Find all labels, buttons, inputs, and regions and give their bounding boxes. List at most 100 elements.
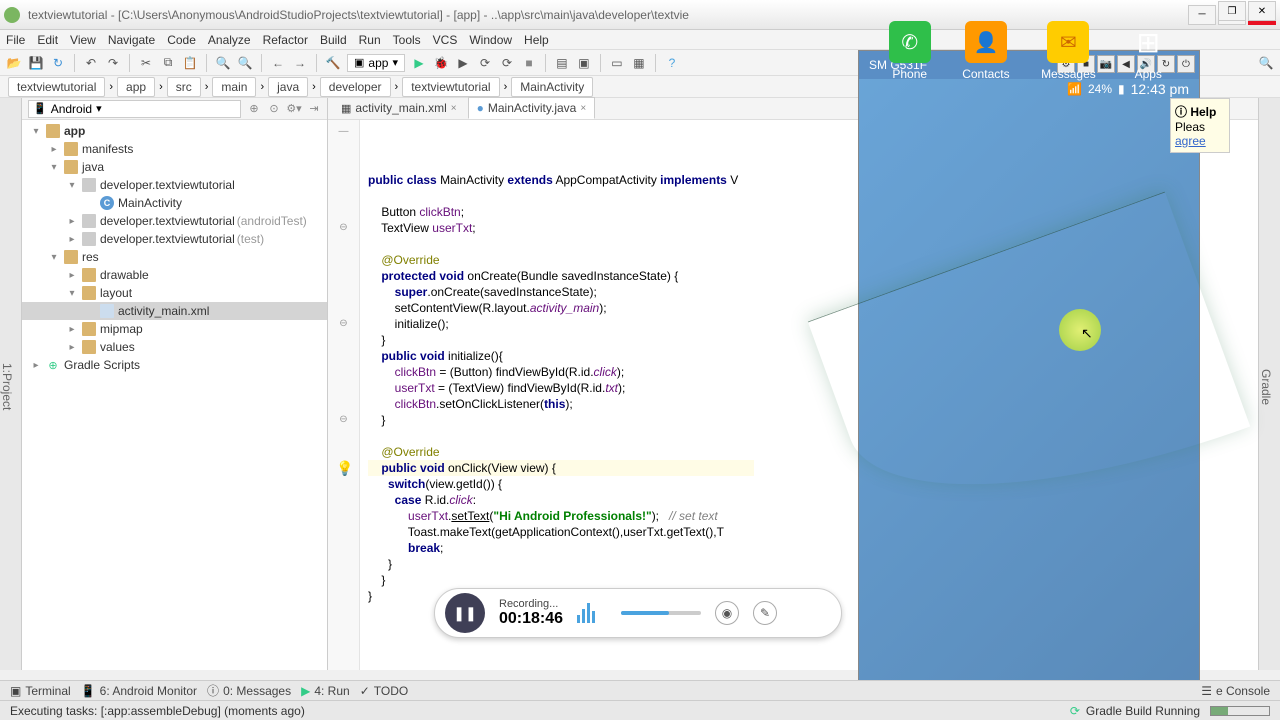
tab-run[interactable]: ▶ 4: Run <box>301 684 350 698</box>
annotate-button[interactable]: ✎ <box>753 601 777 625</box>
replace-icon[interactable]: 🔍 <box>237 55 253 71</box>
breadcrumb-seg[interactable]: textviewtutorial <box>8 77 105 97</box>
breadcrumb-seg[interactable]: MainActivity <box>511 77 593 97</box>
breadcrumb-seg[interactable]: java <box>268 77 308 97</box>
menu-code[interactable]: Code <box>167 33 196 47</box>
code-body[interactable]: public class MainActivity extends AppCom… <box>360 120 746 670</box>
copy-icon[interactable]: ⧉ <box>160 55 176 71</box>
search-everywhere-icon[interactable]: 🔍 <box>1258 55 1274 71</box>
build-icon[interactable]: 🔨 <box>325 55 341 71</box>
tree-class[interactable]: CMainActivity <box>22 194 327 212</box>
progress-bar <box>1210 706 1270 716</box>
breadcrumb-seg[interactable]: main <box>212 77 256 97</box>
dock-messages[interactable]: ✉Messages <box>1041 21 1096 81</box>
project-tree[interactable]: ▾app ▸manifests ▾java ▾developer.textvie… <box>22 120 327 670</box>
tree-gradle[interactable]: ▸⊕Gradle Scripts <box>22 356 327 374</box>
settings-icon[interactable]: ⚙▾ <box>287 102 301 116</box>
tree-app[interactable]: ▾app <box>22 122 327 140</box>
tab-android-monitor[interactable]: 📱 6: Android Monitor <box>81 684 197 698</box>
forward-icon[interactable]: → <box>292 55 308 71</box>
breadcrumb-seg[interactable]: src <box>167 77 201 97</box>
close-tab-icon[interactable]: × <box>580 103 586 114</box>
sync-icon[interactable]: ↻ <box>50 55 66 71</box>
tab-event-console[interactable]: ☰ e Console <box>1201 684 1270 698</box>
host-restore[interactable]: ❐ <box>1218 1 1246 21</box>
help-icon[interactable]: ? <box>664 55 680 71</box>
layout-inspector-icon[interactable]: ▦ <box>631 55 647 71</box>
tree-layout-file[interactable]: activity_main.xml <box>22 302 327 320</box>
menu-file[interactable]: File <box>6 33 25 47</box>
dock-phone[interactable]: ✆Phone <box>889 21 931 81</box>
paste-icon[interactable]: 📋 <box>182 55 198 71</box>
tab-todo[interactable]: ✓ TODO <box>360 684 409 698</box>
status-task: Executing tasks: [:app:assembleDebug] (m… <box>10 704 305 718</box>
menu-vcs[interactable]: VCS <box>433 33 458 47</box>
app-icon <box>4 7 20 23</box>
breadcrumb-seg[interactable]: app <box>117 77 155 97</box>
find-icon[interactable]: 🔍 <box>215 55 231 71</box>
menu-help[interactable]: Help <box>524 33 549 47</box>
menu-view[interactable]: View <box>70 33 96 47</box>
tree-values[interactable]: ▸values <box>22 338 327 356</box>
tab-terminal[interactable]: ▣ Terminal <box>10 684 71 698</box>
tree-res[interactable]: ▾res <box>22 248 327 266</box>
tree-package-androidtest[interactable]: ▸developer.textviewtutorial(androidTest) <box>22 212 327 230</box>
close-tab-icon[interactable]: × <box>451 103 457 114</box>
project-panel: 📱 Android ▾ ⊕ ⊙ ⚙▾ ⇥ ▾app ▸manifests ▾ja… <box>22 98 328 670</box>
collapse-icon[interactable]: ⊕ <box>247 102 261 116</box>
scope-dropdown[interactable]: 📱 Android ▾ <box>28 100 241 118</box>
dock-apps[interactable]: ⊞Apps <box>1127 21 1169 81</box>
avd-icon[interactable]: ▤ <box>554 55 570 71</box>
breadcrumb-seg[interactable]: developer <box>320 77 391 97</box>
audio-level-icon <box>577 603 607 623</box>
tab-layout-xml[interactable]: ▦ activity_main.xml × <box>332 97 466 119</box>
intention-bulb-icon[interactable]: 💡 <box>336 460 353 476</box>
tree-mipmap[interactable]: ▸mipmap <box>22 320 327 338</box>
signal-icon: 📶 <box>1067 82 1082 96</box>
tree-package-test[interactable]: ▸developer.textviewtutorial(test) <box>22 230 327 248</box>
target-icon[interactable]: ⊙ <box>267 102 281 116</box>
save-icon[interactable]: 💾 <box>28 55 44 71</box>
tab-main-activity[interactable]: ● MainActivity.java × <box>468 97 596 119</box>
menu-navigate[interactable]: Navigate <box>108 33 155 47</box>
tree-java[interactable]: ▾java <box>22 158 327 176</box>
open-icon[interactable]: 📂 <box>6 55 22 71</box>
attach-icon[interactable]: ⟳ <box>477 55 493 71</box>
tree-manifests[interactable]: ▸manifests <box>22 140 327 158</box>
screenshot-icon[interactable]: ▭ <box>609 55 625 71</box>
tree-layout[interactable]: ▾layout <box>22 284 327 302</box>
back-icon[interactable]: ← <box>270 55 286 71</box>
tree-drawable[interactable]: ▸drawable <box>22 266 327 284</box>
webcam-button[interactable]: ◉ <box>715 601 739 625</box>
run-icon[interactable]: ▶ <box>411 55 427 71</box>
volume-slider[interactable] <box>621 611 701 615</box>
run-config-dropdown[interactable]: ▣ app ▾ <box>347 54 405 72</box>
profile-icon[interactable]: ▶ <box>455 55 471 71</box>
redo-icon[interactable]: ↷ <box>105 55 121 71</box>
menu-edit[interactable]: Edit <box>37 33 58 47</box>
project-tool-tab[interactable]: 1:Project <box>0 363 14 410</box>
tree-package[interactable]: ▾developer.textviewtutorial <box>22 176 327 194</box>
menu-analyze[interactable]: Analyze <box>208 33 251 47</box>
hide-icon[interactable]: ⇥ <box>307 102 321 116</box>
tab-messages[interactable]: ⓘ 0: Messages <box>207 682 291 699</box>
sdk-icon[interactable]: ▣ <box>576 55 592 71</box>
stop-icon[interactable]: ■ <box>521 55 537 71</box>
dock-contacts[interactable]: 👤Contacts <box>962 21 1009 81</box>
separator <box>545 54 546 72</box>
cut-icon[interactable]: ✂ <box>138 55 154 71</box>
host-close[interactable]: ✕ <box>1248 1 1276 21</box>
menu-refactor[interactable]: Refactor <box>263 33 308 47</box>
attach-debugger-icon[interactable]: ⟳ <box>499 55 515 71</box>
debug-icon[interactable]: 🐞 <box>433 55 449 71</box>
menu-tools[interactable]: Tools <box>393 33 421 47</box>
undo-icon[interactable]: ↶ <box>83 55 99 71</box>
menu-run[interactable]: Run <box>359 33 381 47</box>
menu-build[interactable]: Build <box>320 33 347 47</box>
separator <box>655 54 656 72</box>
dock-label: Apps <box>1135 67 1162 81</box>
breadcrumb-seg[interactable]: textviewtutorial <box>402 77 499 97</box>
help-link-agree[interactable]: agree <box>1175 134 1206 148</box>
menu-window[interactable]: Window <box>469 33 512 47</box>
gradle-tool-tab[interactable]: Gradle <box>1259 369 1273 405</box>
